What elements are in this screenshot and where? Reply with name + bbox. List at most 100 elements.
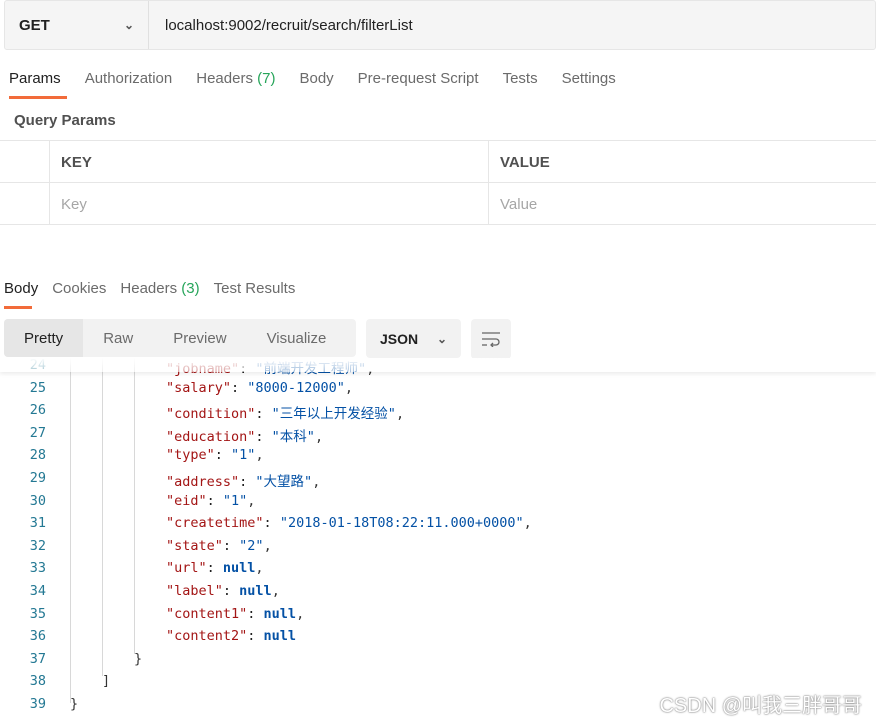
key-input[interactable]: Key (50, 183, 489, 224)
comma: , (271, 583, 280, 599)
line-number: 32 (29, 537, 46, 554)
comma: , (395, 406, 405, 423)
comma: , (263, 537, 272, 554)
code-line: "jobname": "前端开发工程师", (166, 361, 375, 377)
format-select[interactable]: JSON ⌄ (366, 319, 461, 358)
tab-params[interactable]: Params (0, 64, 76, 99)
json-key: "condition" (166, 406, 256, 423)
json-value: "大望路" (255, 474, 313, 490)
tab-authorization[interactable]: Authorization (76, 64, 188, 99)
view-mode-pretty[interactable]: Pretty (4, 319, 84, 357)
line-number: 31 (29, 515, 46, 532)
comma: , (255, 560, 264, 577)
line-number: 29 (29, 470, 46, 486)
tab-test-results[interactable]: Test Results (210, 272, 306, 309)
line-number: 24 (29, 358, 46, 373)
json-key: "state" (166, 537, 223, 554)
indent-guide (102, 358, 103, 676)
json-key: "address" (166, 474, 240, 490)
watermark: CSDN @叫我三胖哥哥 (659, 695, 862, 717)
tab-label: Body (4, 280, 39, 297)
tab-label: Cookies (52, 280, 107, 297)
tab-cookies[interactable]: Cookies (48, 272, 116, 309)
code-line: "type": "1", (166, 447, 264, 464)
comma: , (314, 428, 324, 445)
code-line: "eid": "1", (166, 492, 256, 509)
url-bar: GET ⌄ localhost:9002/recruit/search/filte… (4, 0, 876, 50)
query-params-title: Query Params (14, 112, 116, 129)
tab-label: Test Results (213, 280, 296, 297)
chevron-down-icon: ⌄ (436, 331, 447, 346)
method-select[interactable]: GET ⌄ (5, 1, 149, 49)
json-key: "content1" (166, 605, 248, 622)
tab-body[interactable]: Body (0, 272, 48, 309)
json-value: "本科" (271, 428, 315, 445)
line-number: 36 (29, 628, 46, 645)
request-tabs: Params Authorization Headers (7) Body Pre-re… (0, 64, 631, 99)
json-value: null (222, 560, 256, 577)
tab-label: Authorization (84, 70, 173, 87)
json-key: "label" (166, 583, 223, 599)
code-line: ] (102, 673, 110, 689)
tab-label: Pre-request Script (357, 70, 479, 87)
comma: , (312, 474, 321, 490)
json-value: null (263, 628, 297, 645)
json-key: "url" (166, 560, 207, 577)
wrap-lines-button[interactable] (471, 319, 511, 359)
code-line: "state": "2", (166, 537, 272, 554)
code-line: "createtime": "2018-01-18T08:22:11.000+0… (166, 515, 532, 532)
json-value: "2018-01-18T08:22:11.000+0000" (279, 515, 524, 532)
tab-count: (7) (257, 70, 276, 87)
value-input[interactable]: Value (489, 183, 876, 224)
line-number: 27 (29, 424, 46, 441)
indent-guide (70, 358, 71, 703)
code-line: } (70, 696, 78, 712)
query-params-table: KEY VALUE Key Value (0, 140, 876, 225)
json-key: "eid" (166, 492, 207, 509)
json-key: "jobname" (166, 361, 240, 377)
code-line: "salary": "8000-12000", (166, 379, 353, 396)
line-number: 25 (29, 379, 46, 396)
tab-headers[interactable]: Headers (3) (116, 272, 209, 309)
view-mode-visualize[interactable]: Visualize (247, 319, 347, 357)
code-line: "education": "本科", (166, 428, 324, 445)
view-mode-raw[interactable]: Raw (83, 319, 153, 357)
tab-count: (3) (181, 280, 200, 297)
wrap-icon (482, 332, 500, 347)
bracket: } (70, 696, 79, 712)
line-number: 33 (29, 560, 46, 577)
line-number: 28 (29, 447, 46, 464)
comma: , (255, 447, 264, 464)
tab-label: Headers (196, 70, 253, 87)
json-key: "type" (166, 447, 215, 464)
chevron-down-icon: ⌄ (123, 18, 134, 32)
response-tabs: Body Cookies Headers (3) Test Results (0, 272, 305, 309)
view-mode-preview[interactable]: Preview (153, 319, 246, 357)
line-number: 30 (29, 492, 46, 509)
tab-label: Tests (502, 70, 538, 87)
comma: , (344, 379, 353, 396)
bracket: ] (102, 673, 111, 690)
json-value: "1" (222, 492, 248, 509)
json-value: "1" (231, 447, 256, 464)
value-header: VALUE (500, 154, 550, 171)
tab-headers[interactable]: Headers (7) (187, 64, 290, 99)
tab-label: Params (9, 70, 61, 87)
url-input[interactable]: localhost:9002/recruit/search/filterList (149, 1, 413, 49)
indent-guide (134, 358, 135, 654)
json-key: "createtime" (166, 515, 264, 532)
bracket: } (134, 650, 143, 667)
line-number: 37 (29, 650, 46, 667)
tab-tests[interactable]: Tests (494, 64, 553, 99)
view-mode-selector: Pretty Raw Preview Visualize (4, 319, 356, 357)
row-checkbox-cell (0, 183, 50, 224)
line-number: 26 (29, 402, 46, 419)
comma: , (523, 515, 532, 532)
tab-body[interactable]: Body (290, 64, 348, 99)
tab-pre-request-script[interactable]: Pre-request Script (349, 64, 494, 99)
tab-settings[interactable]: Settings (553, 64, 631, 99)
response-body-code[interactable]: 24 "jobname": "前端开发工程师", 25 "salary": "8000… (0, 358, 876, 726)
json-value: null (263, 605, 297, 622)
tab-label: Body (299, 70, 334, 87)
comma: , (296, 605, 305, 622)
